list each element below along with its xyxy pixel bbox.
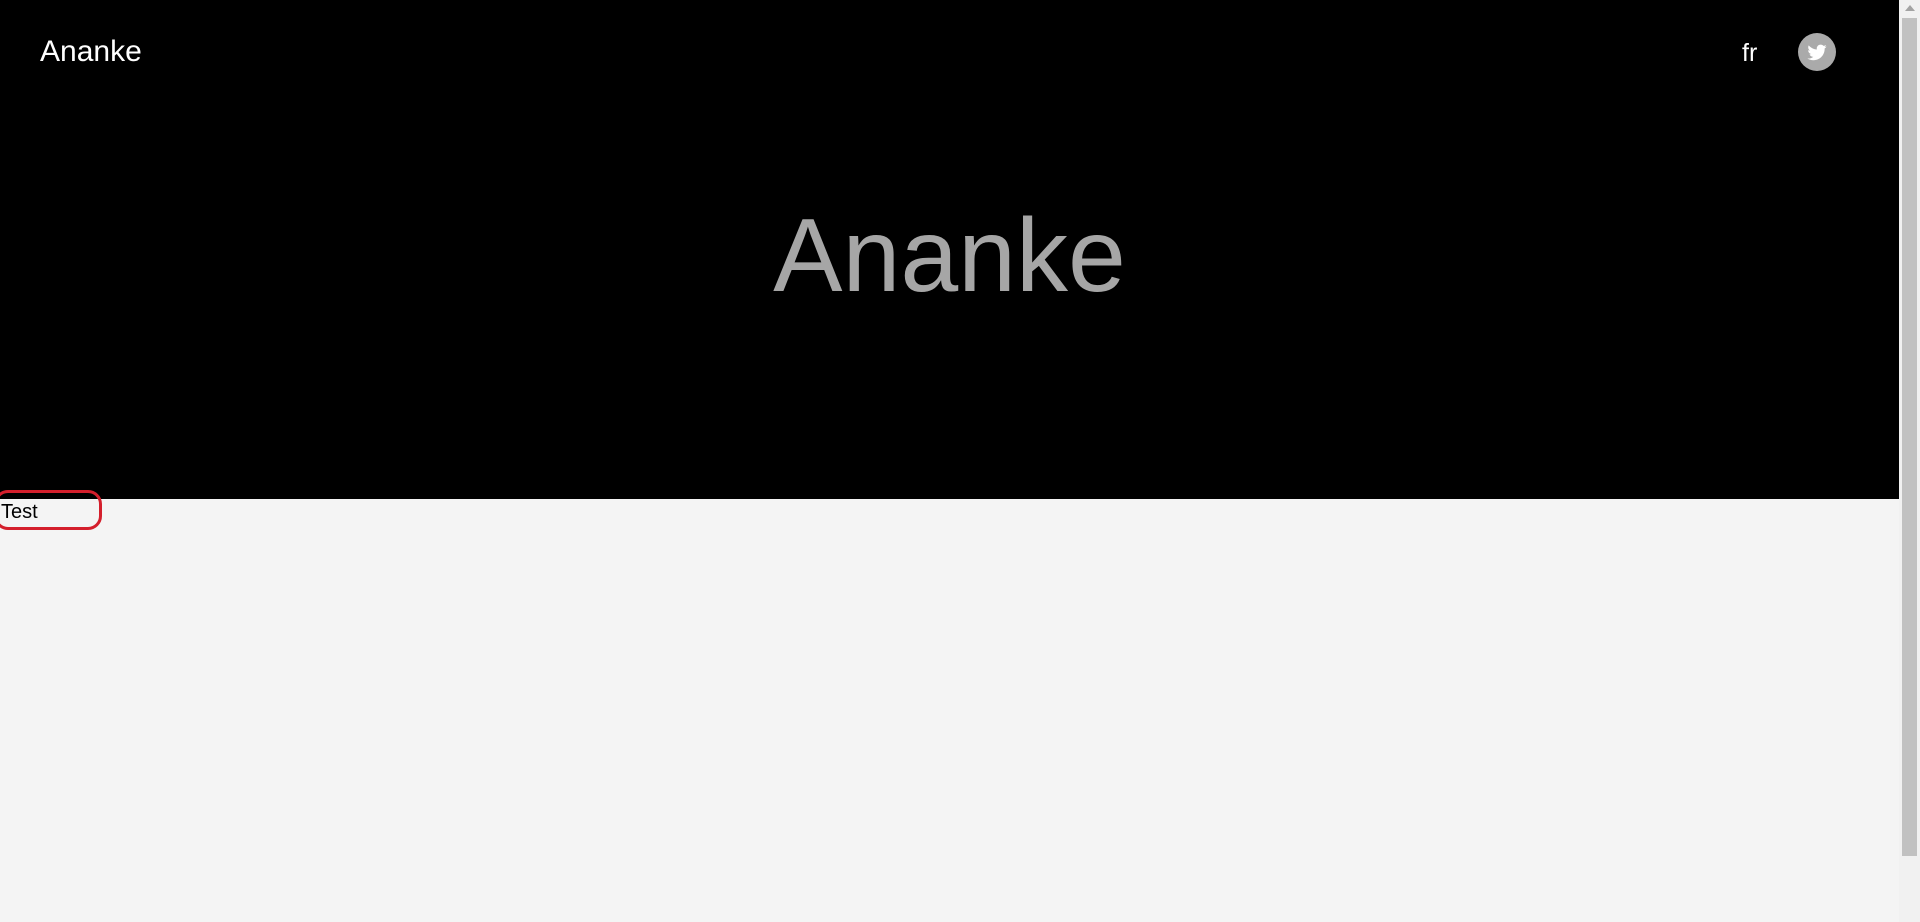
scrollbar-thumb[interactable] [1902,18,1917,856]
twitter-button[interactable] [1798,33,1836,71]
annotation-highlight [0,490,102,530]
page: Ananke fr Ananke Test [0,0,1920,922]
site-brand-link[interactable]: Ananke [40,34,142,70]
language-link-fr[interactable]: fr [1742,38,1757,68]
browser-viewport: Ananke fr Ananke Test [0,0,1899,922]
twitter-icon [1807,44,1827,61]
hero-title: Ananke [773,198,1126,314]
hero-header: Ananke fr Ananke [0,0,1899,499]
scroll-up-arrow-icon[interactable] [1905,5,1915,11]
vertical-scrollbar[interactable] [1899,0,1920,922]
